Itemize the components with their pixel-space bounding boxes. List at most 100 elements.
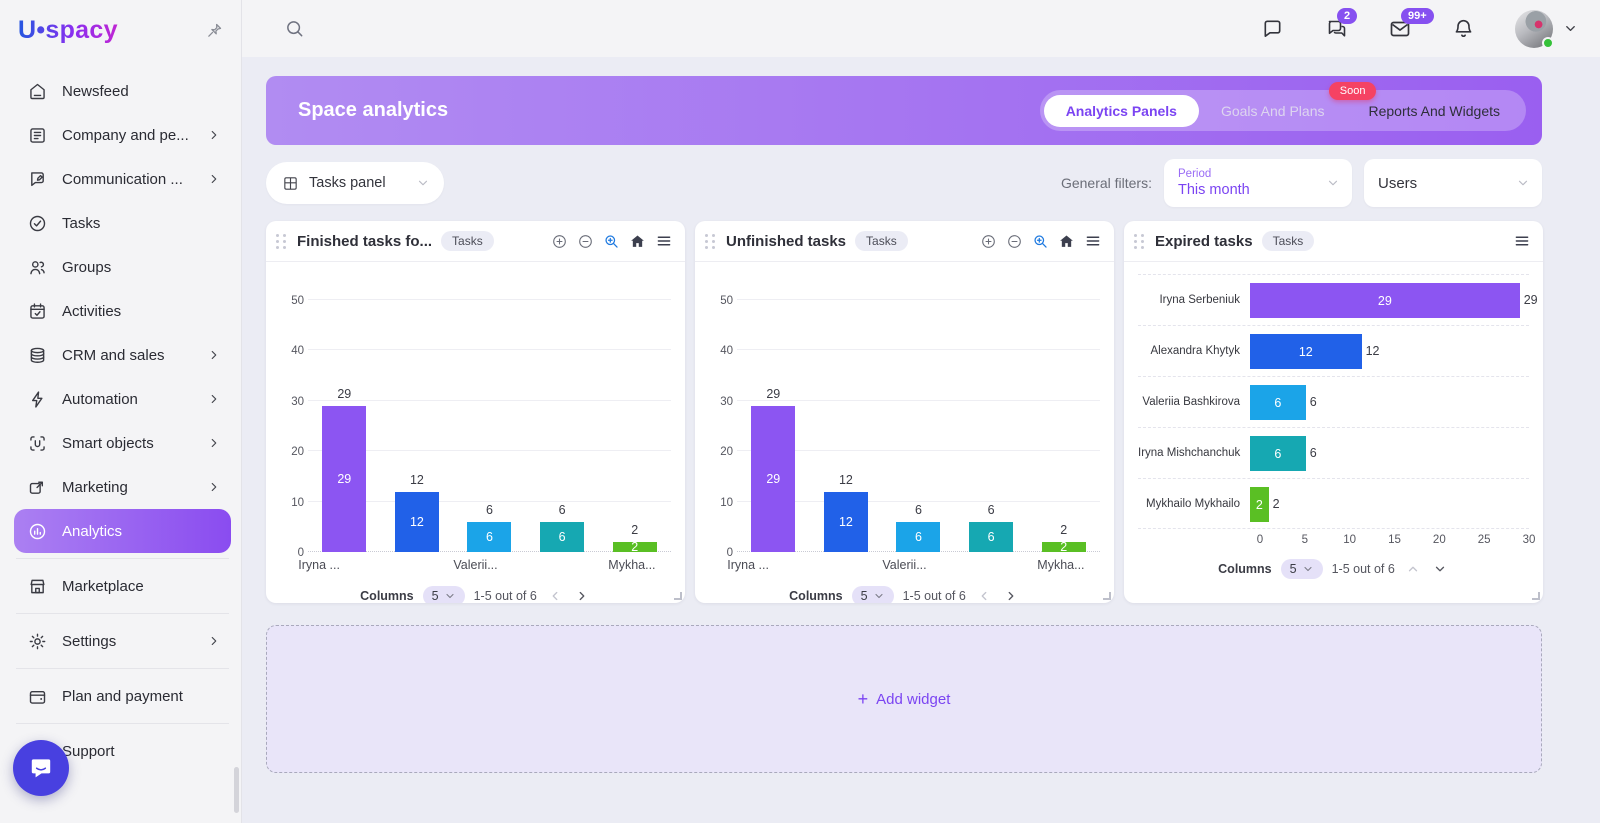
sidebar-item-marketplace[interactable]: Marketplace — [14, 564, 231, 608]
bar[interactable]: 12 — [824, 492, 868, 552]
tab-reports-and-widgets[interactable]: Reports And Widgets — [1346, 95, 1522, 127]
x-tick-label: Valerii... — [865, 558, 943, 572]
selection-zoom-icon[interactable] — [1032, 233, 1049, 250]
x-tick-label: 20 — [1433, 534, 1446, 546]
bar-inner-label: 6 — [486, 530, 493, 544]
chevron-down-icon[interactable] — [1563, 21, 1578, 36]
page-next-button[interactable] — [1431, 562, 1449, 576]
drag-handle[interactable] — [705, 234, 716, 249]
menu-icon[interactable] — [1084, 232, 1102, 250]
sidebar-item-company[interactable]: Company and pe... — [14, 113, 231, 157]
page-next-button[interactable] — [1002, 589, 1020, 603]
sidebar-divider — [16, 668, 229, 669]
search-icon[interactable] — [284, 18, 305, 39]
users-filter-dropdown[interactable]: Users — [1364, 159, 1542, 207]
selection-zoom-icon[interactable] — [603, 233, 620, 250]
period-filter-dropdown[interactable]: Period This month — [1164, 159, 1352, 207]
category-label: Alexandra Khytyk — [1138, 345, 1250, 357]
sidebar-item-tasks[interactable]: Tasks — [14, 201, 231, 245]
drag-handle[interactable] — [276, 234, 287, 249]
resize-handle[interactable] — [674, 592, 682, 600]
tab-analytics-panels[interactable]: Analytics Panels — [1044, 95, 1199, 127]
sidebar-item-plan-payment[interactable]: Plan and payment — [14, 674, 231, 718]
mail-icon[interactable]: 99+ — [1388, 17, 1412, 41]
add-widget-dropzone[interactable]: + Add widget — [266, 625, 1542, 773]
app-root: U•spacy Newsfeed Company and pe...Communi… — [0, 0, 1600, 823]
page-size-select[interactable]: 5 — [423, 586, 465, 603]
page-prev-button[interactable] — [1404, 562, 1422, 576]
y-tick-label: 30 — [291, 396, 304, 408]
tab-goals-and-plans[interactable]: Goals And Plans Soon — [1199, 95, 1347, 127]
zoom-out-icon[interactable] — [1006, 233, 1023, 250]
content-area: Space analytics Analytics Panels Goals A… — [242, 57, 1600, 823]
support-chat-bubble[interactable] — [13, 740, 69, 796]
chats-icon[interactable]: 2 — [1324, 17, 1348, 41]
sidebar-item-crm[interactable]: CRM and sales — [14, 333, 231, 377]
bar-value-label: 29 — [337, 387, 351, 401]
sidebar-item-automation[interactable]: Automation — [14, 377, 231, 421]
y-tick-label: 0 — [727, 547, 733, 559]
bar[interactable]: 6 — [969, 522, 1013, 552]
bar[interactable]: 6 — [540, 522, 584, 552]
page-size-select[interactable]: 5 — [852, 586, 894, 603]
columns-label: Columns — [1218, 562, 1271, 576]
bar[interactable]: 29 — [322, 406, 366, 552]
sidebar-item-communication[interactable]: Communication ... — [14, 157, 231, 201]
menu-icon[interactable] — [655, 232, 673, 250]
sidebar-scrollbar[interactable] — [234, 767, 239, 813]
smart-objects-icon — [26, 432, 48, 454]
bar[interactable]: 2 — [613, 542, 657, 552]
bar[interactable]: 6 — [1250, 436, 1306, 471]
sidebar-item-analytics[interactable]: Analytics — [14, 509, 231, 553]
page-size-select[interactable]: 5 — [1281, 559, 1323, 579]
bar[interactable]: 29 — [1250, 283, 1520, 318]
notifications-bell-icon[interactable] — [1452, 17, 1475, 40]
bar-value-label: 6 — [1310, 446, 1317, 460]
sidebar-item-settings[interactable]: Settings — [14, 619, 231, 663]
sidebar-item-marketing[interactable]: Marketing — [14, 465, 231, 509]
sidebar-item-activities[interactable]: Activities — [14, 289, 231, 333]
page-next-button[interactable] — [573, 589, 591, 603]
page-prev-button[interactable] — [546, 589, 564, 603]
y-tick-label: 30 — [720, 396, 733, 408]
bar[interactable]: 12 — [1250, 334, 1362, 369]
bar[interactable]: 6 — [896, 522, 940, 552]
pin-sidebar-icon[interactable] — [203, 20, 225, 42]
bar-value-label: 12 — [410, 473, 424, 487]
x-tick-label: 30 — [1523, 534, 1536, 546]
bar-inner-label: 2 — [1060, 540, 1067, 554]
bar[interactable]: 2 — [1250, 487, 1269, 522]
bar[interactable]: 6 — [467, 522, 511, 552]
bar[interactable]: 29 — [751, 406, 795, 552]
comment-icon[interactable] — [1261, 17, 1284, 40]
zoom-in-icon[interactable] — [551, 233, 568, 250]
online-status-dot — [1542, 37, 1554, 49]
page-prev-button[interactable] — [975, 589, 993, 603]
resize-handle[interactable] — [1103, 592, 1111, 600]
zoom-out-icon[interactable] — [577, 233, 594, 250]
avatar[interactable] — [1515, 10, 1553, 48]
zoom-in-icon[interactable] — [980, 233, 997, 250]
drag-handle[interactable] — [1134, 234, 1145, 249]
sidebar-item-label: Newsfeed — [62, 83, 221, 100]
add-widget-button[interactable]: + Add widget — [858, 690, 951, 708]
reset-home-icon[interactable] — [629, 233, 646, 250]
x-tick-label: 5 — [1302, 534, 1308, 546]
panel-selector-dropdown[interactable]: Tasks panel — [266, 162, 444, 204]
bar[interactable]: 12 — [395, 492, 439, 552]
user-menu[interactable] — [1515, 10, 1578, 48]
bar[interactable]: 2 — [1042, 542, 1086, 552]
sidebar-item-smart-objects[interactable]: Smart objects — [14, 421, 231, 465]
y-tick-label: 10 — [291, 497, 304, 509]
bar-inner-label: 12 — [839, 515, 853, 529]
resize-handle[interactable] — [1532, 592, 1540, 600]
reset-home-icon[interactable] — [1058, 233, 1075, 250]
bar[interactable]: 6 — [1250, 385, 1306, 420]
bar-value-label: 12 — [839, 473, 853, 487]
sidebar-item-newsfeed[interactable]: Newsfeed — [14, 69, 231, 113]
widget-title: Finished tasks fo... — [297, 233, 432, 250]
groups-icon — [26, 256, 48, 278]
menu-icon[interactable] — [1513, 232, 1531, 250]
sidebar-item-groups[interactable]: Groups — [14, 245, 231, 289]
uspacy-logo[interactable]: U•spacy — [18, 16, 118, 45]
